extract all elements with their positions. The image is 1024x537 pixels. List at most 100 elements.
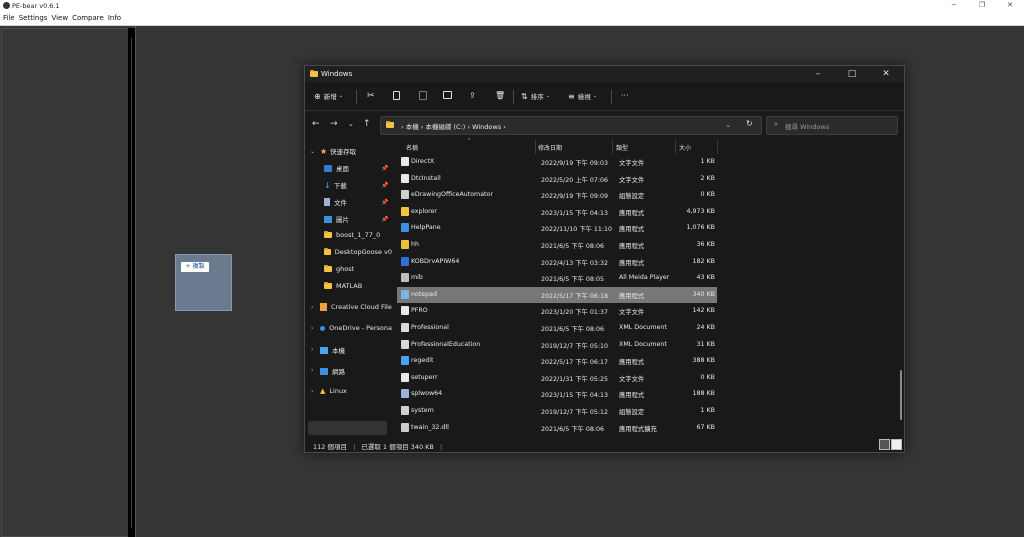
- nav-creative-cloud[interactable]: Creative Cloud File: [320, 303, 392, 311]
- paste-icon[interactable]: [419, 91, 427, 100]
- explorer-titlebar[interactable]: Windows – □ ✕: [305, 66, 904, 82]
- file-row[interactable]: Professional 2021/6/5 下午 08:06 XML Documen…: [397, 320, 717, 336]
- nav-downloads[interactable]: ↓ 下載: [324, 180, 347, 191]
- navigation-pane[interactable]: ⌄ ★ 快速存取 桌面 📌 ↓ 下載 📌 文件 📌 圖片 📌 boost_1_7…: [305, 141, 392, 435]
- forward-arrow-icon[interactable]: →: [330, 119, 338, 129]
- more-options-button[interactable]: ···: [621, 91, 629, 100]
- address-bar[interactable]: › 本機 › 本機磁碟 (C:) › Windows › ⌄: [380, 116, 762, 135]
- file-date: 2019/12/7 下午 05:10: [541, 342, 609, 350]
- nav-pictures[interactable]: 圖片: [324, 214, 349, 224]
- menu-compare[interactable]: Compare: [72, 14, 104, 22]
- copy-icon[interactable]: [393, 91, 400, 100]
- rename-icon[interactable]: [443, 91, 452, 99]
- file-row[interactable]: setuperr 2022/1/31 下午 05:25 文字文件 0 KB: [397, 370, 717, 386]
- linux-penguin-icon: ▲: [320, 387, 326, 395]
- column-divider[interactable]: [535, 140, 536, 154]
- refresh-icon[interactable]: ↻: [746, 119, 753, 128]
- cut-icon[interactable]: ✂: [367, 91, 375, 101]
- nav-onedrive[interactable]: OneDrive - Persona: [320, 324, 392, 332]
- file-list-scrollbar[interactable]: [900, 370, 902, 420]
- view-list-icon: ≡: [568, 91, 575, 101]
- file-row[interactable]: PFRO 2023/1/20 下午 01:37 文字文件 142 KB: [397, 303, 717, 319]
- sort-button[interactable]: ⇅ 排序 ⌄: [521, 91, 550, 102]
- back-arrow-icon[interactable]: ←: [312, 119, 320, 129]
- nav-quick-access[interactable]: ★ 快速存取: [320, 146, 356, 157]
- new-button[interactable]: ⊕ 新增 ⌄: [314, 91, 343, 102]
- file-row[interactable]: eDrawingOfficeAutomator 2022/9/19 下午 09:0…: [397, 187, 717, 203]
- file-row[interactable]: regedit 2022/5/17 下午 06:17 應用程式 388 KB: [397, 353, 717, 369]
- share-icon[interactable]: ⇪: [469, 91, 476, 100]
- column-header-type[interactable]: 類型: [616, 143, 628, 152]
- delete-icon[interactable]: 🗑: [495, 91, 505, 100]
- file-date: 2021/6/5 下午 08:05: [541, 276, 605, 284]
- nav-linux[interactable]: ▲ Linux: [320, 387, 347, 395]
- details-view-button[interactable]: [879, 439, 890, 450]
- file-date: 2022/5/20 上午 07:06: [541, 176, 609, 184]
- menu-file[interactable]: File: [3, 14, 15, 22]
- pin-icon[interactable]: 📌: [381, 216, 388, 223]
- address-dropdown-icon[interactable]: ⌄: [726, 121, 731, 129]
- chevron-down-icon[interactable]: ⌄: [310, 148, 315, 155]
- nav-label: 圖片: [336, 216, 349, 224]
- nav-folder-boost[interactable]: boost_1_77_0: [324, 230, 380, 239]
- view-button[interactable]: ≡ 檢視 ⌄: [568, 91, 597, 102]
- explorer-close-button[interactable]: ✕: [869, 66, 903, 82]
- column-divider[interactable]: [717, 140, 718, 154]
- maximize-button[interactable]: ❐: [968, 0, 996, 11]
- file-row[interactable]: twain_32.dll 2021/6/5 下午 08:06 應用程式擴充 67 KB: [397, 420, 717, 436]
- pin-icon[interactable]: 📌: [381, 199, 388, 206]
- file-row[interactable]: KOBDrvAPIW64 2022/4/13 下午 03:32 應用程式 182 KB: [397, 254, 717, 270]
- column-divider[interactable]: [675, 140, 676, 154]
- status-bar: 112 個項目 | 已選取 1 個項目 340 KB |: [313, 441, 446, 451]
- nav-desktop[interactable]: 桌面: [324, 163, 349, 173]
- nav-folder-ghost[interactable]: ghost: [324, 264, 354, 273]
- chevron-right-icon[interactable]: ›: [311, 325, 313, 332]
- file-row[interactable]: DirectX 2022/9/19 下午 09:03 文字文件 1 KB: [397, 154, 717, 170]
- chevron-right-icon[interactable]: ›: [311, 367, 313, 374]
- file-row[interactable]: ProfessionalEducation 2019/12/7 下午 05:10 X…: [397, 337, 717, 353]
- explorer-window[interactable]: Windows – □ ✕ ⊕ 新增 ⌄ ✂ ⇪ 🗑 ⇅ 排序 ⌄ ≡ 檢視 ⌄…: [304, 65, 905, 453]
- breadcrumb-c-drive[interactable]: 本機磁碟 (C:): [425, 123, 465, 131]
- menu-view[interactable]: View: [51, 14, 68, 22]
- nav-this-pc[interactable]: 本機: [320, 345, 345, 355]
- minimize-button[interactable]: −: [940, 0, 968, 11]
- column-header-name[interactable]: 名稱: [406, 143, 418, 152]
- nav-network[interactable]: 網路: [320, 366, 345, 376]
- file-type: 應用程式: [619, 259, 645, 267]
- nav-folder-desktopgoose[interactable]: DesktopGoose v0: [324, 248, 392, 256]
- large-icons-view-button[interactable]: [891, 439, 902, 450]
- search-input[interactable]: ⌕ 搜尋 Windows: [766, 116, 898, 135]
- file-row[interactable]: system 2019/12/7 下午 05:12 組態設定 1 KB: [397, 403, 717, 419]
- nav-label: 文件: [334, 199, 347, 207]
- breadcrumb-this-pc[interactable]: 本機: [406, 123, 419, 131]
- pin-icon[interactable]: 📌: [381, 165, 388, 172]
- nav-documents[interactable]: 文件: [324, 197, 347, 207]
- explorer-maximize-button[interactable]: □: [835, 66, 869, 82]
- file-row[interactable]: notepad 2022/5/17 下午 06:18 應用程式 340 KB: [397, 286, 717, 303]
- chevron-right-icon[interactable]: ›: [311, 304, 313, 311]
- breadcrumb-windows[interactable]: Windows: [472, 123, 501, 131]
- chevron-down-icon: ⌄: [338, 93, 343, 99]
- recent-locations-chevron-icon[interactable]: ⌄: [348, 120, 354, 128]
- up-arrow-icon[interactable]: ↑: [363, 119, 371, 129]
- nav-label: OneDrive - Persona: [329, 324, 392, 332]
- file-row[interactable]: DtcInstall 2022/5/20 上午 07:06 文字文件 2 KB: [397, 171, 717, 187]
- file-name: explorer: [411, 207, 438, 215]
- file-type: 應用程式: [619, 359, 645, 367]
- close-button[interactable]: ✕: [996, 0, 1024, 11]
- explorer-minimize-button[interactable]: –: [801, 66, 835, 82]
- menu-info[interactable]: Info: [108, 14, 121, 22]
- file-row[interactable]: hh 2021/6/5 下午 08:06 應用程式 36 KB: [397, 237, 717, 253]
- pin-icon[interactable]: 📌: [381, 182, 388, 189]
- file-row[interactable]: explorer 2023/1/15 下午 04:13 應用程式 4,973 KB: [397, 204, 717, 220]
- menu-settings[interactable]: Settings: [19, 14, 48, 22]
- column-divider[interactable]: [612, 140, 613, 154]
- chevron-right-icon[interactable]: ›: [311, 388, 313, 395]
- file-row[interactable]: splwow64 2023/1/15 下午 04:13 應用程式 188 KB: [397, 386, 717, 402]
- nav-folder-matlab[interactable]: MATLAB: [324, 281, 362, 290]
- chevron-right-icon[interactable]: ›: [311, 346, 313, 353]
- column-header-size[interactable]: 大小: [679, 143, 691, 152]
- file-row[interactable]: HelpPane 2022/11/10 下午 11:10 應用程式 1,076 KB: [397, 220, 717, 236]
- column-header-date[interactable]: 修改日期: [538, 143, 562, 152]
- file-row[interactable]: mib 2021/6/5 下午 08:05 All Meida Player 43 K…: [397, 270, 717, 286]
